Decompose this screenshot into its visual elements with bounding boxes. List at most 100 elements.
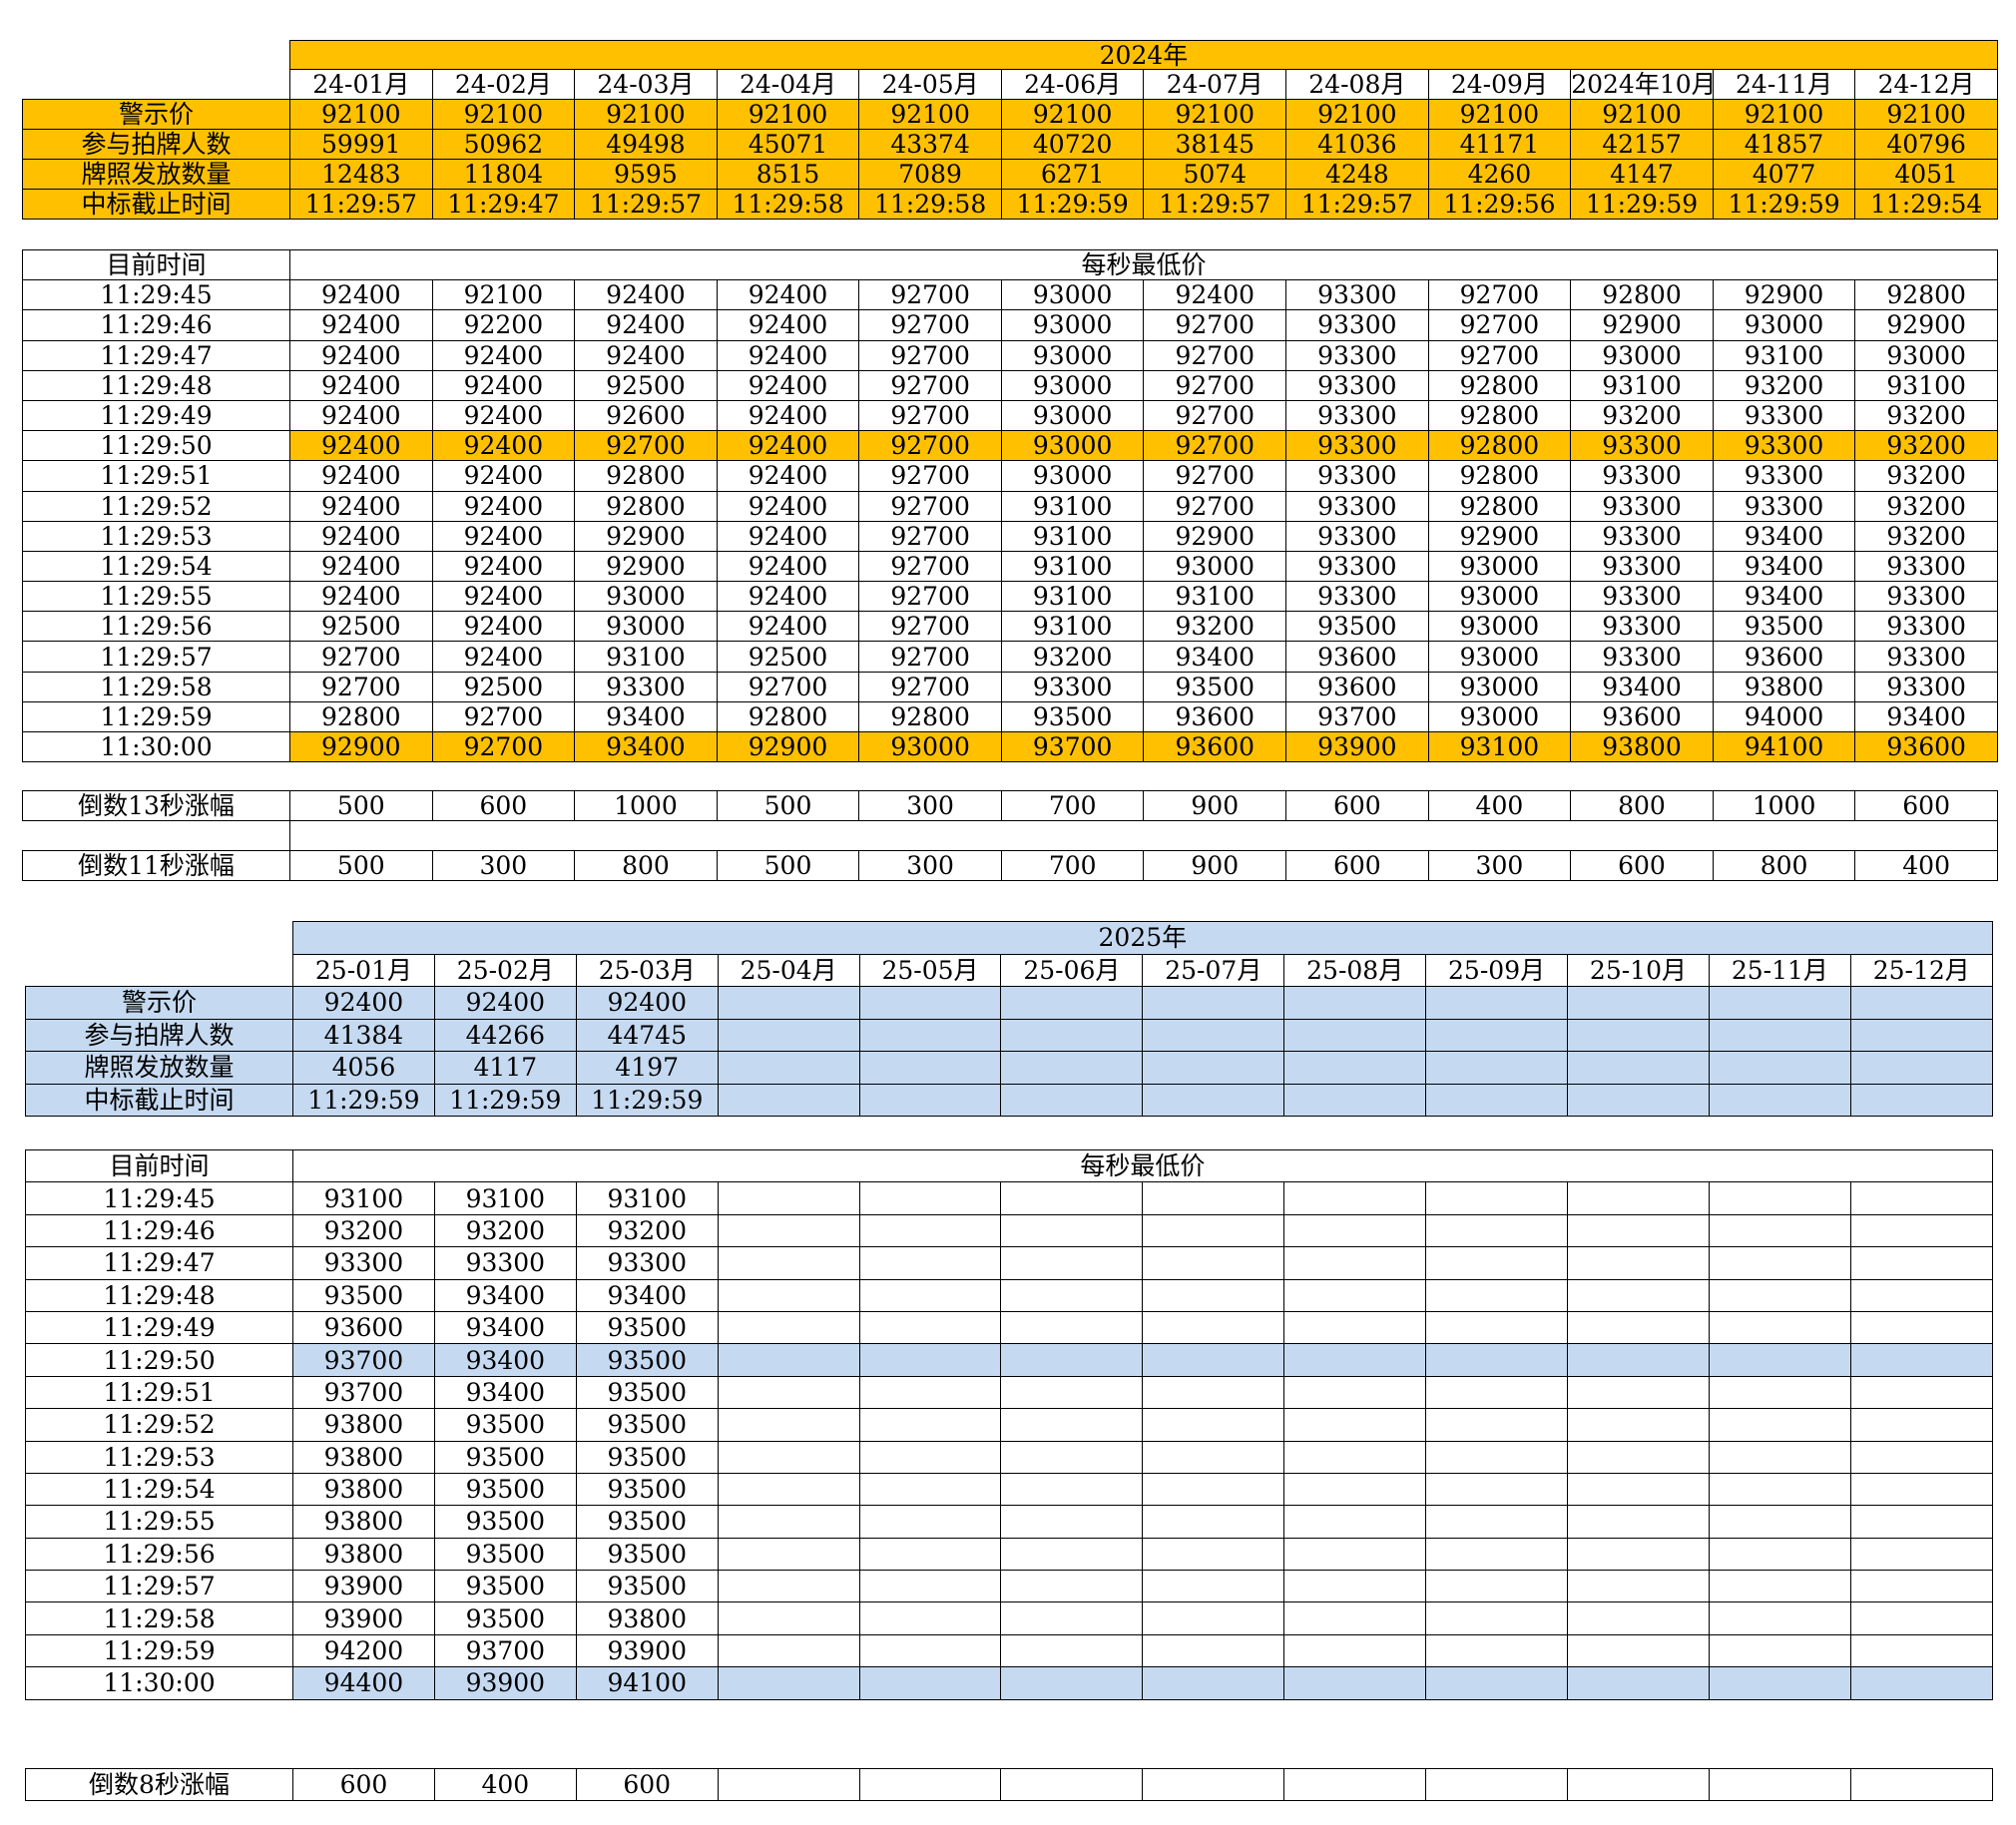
price-cell: 93800 — [292, 1537, 435, 1572]
summary-value — [1000, 1083, 1144, 1117]
increase-row: 倒数8秒涨幅 600 400 600 — [25, 1768, 1993, 1801]
price-cell: 93000 — [1427, 641, 1572, 673]
price-cell — [1425, 1213, 1569, 1248]
time-cell: 11:29:58 — [25, 1601, 293, 1635]
month-header: 25-11月 — [1708, 953, 1851, 987]
price-cell: 93000 — [1427, 581, 1572, 613]
month-header: 25-09月 — [1425, 953, 1569, 987]
price-cell — [1000, 1601, 1144, 1635]
increase-value: 500 — [289, 850, 433, 881]
price-cell — [1567, 1278, 1710, 1312]
price-cell: 92800 — [1427, 369, 1572, 401]
summary-value: 11:29:56 — [1427, 189, 1572, 220]
price-cell — [1283, 1310, 1427, 1345]
summary-value: 11:29:59 — [1570, 189, 1714, 220]
increase-value: 900 — [1143, 850, 1287, 881]
summary-value: 11:29:57 — [1285, 189, 1429, 220]
price-cell: 92400 — [716, 399, 860, 432]
price-cell — [1142, 1472, 1285, 1507]
price-cell: 93600 — [1143, 730, 1287, 763]
price-cell — [1425, 1666, 1569, 1700]
increase-value — [1283, 1768, 1427, 1801]
price-row: 11:29:57 92700 92400 93100 92500 92700 93200 93… — [22, 641, 1998, 673]
price-cell — [1000, 1570, 1144, 1603]
increase-value — [1000, 1768, 1144, 1801]
price-cell: 92400 — [431, 550, 576, 583]
time-cell: 11:29:45 — [25, 1181, 293, 1215]
price-cell — [1283, 1601, 1427, 1635]
price-cell: 92700 — [1143, 339, 1287, 371]
year-header-row: 2025年 — [26, 921, 1993, 955]
summary-value: 4056 — [292, 1051, 435, 1085]
summary-value: 11:29:47 — [431, 189, 576, 220]
price-cell: 92400 — [574, 339, 718, 371]
price-cell: 92700 — [858, 520, 1002, 552]
price-row: 11:29:48 93500 93400 93400 — [25, 1278, 1993, 1312]
summary-value — [717, 1051, 860, 1085]
price-cell: 93500 — [575, 1505, 719, 1539]
price-row: 11:29:52 92400 92400 92800 92400 92700 93100 92… — [22, 490, 1998, 522]
summary-label: 中标截止时间 — [22, 189, 290, 220]
price-cell: 92400 — [574, 309, 718, 341]
price-cell: 93000 — [1427, 550, 1572, 583]
price-cell: 92700 — [1427, 339, 1572, 371]
price-cell: 93200 — [1570, 399, 1714, 432]
price-cell: 93600 — [1285, 641, 1429, 673]
month-header-row: 24-01月 24-02月 24-03月 24-04月 24-05月 24-06月 24-0… — [23, 69, 1998, 100]
price-cell: 93500 — [575, 1408, 719, 1442]
price-cell: 92800 — [574, 490, 718, 522]
month-header: 25-10月 — [1567, 953, 1710, 987]
summary-value: 92100 — [1854, 99, 1998, 130]
price-cell: 92900 — [1143, 520, 1287, 552]
price-cell: 93000 — [1000, 369, 1145, 401]
price-cell — [1849, 1440, 1993, 1474]
summary-value — [1283, 1018, 1427, 1052]
increase-value — [717, 1768, 860, 1801]
price-cell: 93500 — [575, 1375, 719, 1410]
price-cell: 92400 — [716, 339, 860, 371]
increase-value: 300 — [431, 850, 576, 881]
time-cell: 11:29:57 — [22, 641, 290, 673]
price-cell: 93800 — [292, 1505, 435, 1539]
price-cell: 92800 — [1427, 399, 1572, 432]
increase-value: 400 — [433, 1768, 577, 1801]
price-cell — [1000, 1246, 1144, 1280]
month-header: 24-11月 — [1712, 69, 1856, 100]
price-cell: 92400 — [716, 430, 860, 462]
price-cell: 93200 — [1854, 430, 1998, 462]
price-cell: 92400 — [431, 581, 576, 613]
price-cell: 92400 — [289, 369, 433, 401]
price-cell: 93400 — [433, 1343, 577, 1377]
price-cell — [1708, 1570, 1851, 1603]
price-cell — [1000, 1181, 1144, 1215]
price-cell: 93400 — [1570, 671, 1714, 702]
price-cell: 93700 — [433, 1633, 577, 1668]
price-cell: 92800 — [716, 700, 860, 733]
summary-value: 11:29:59 — [1712, 189, 1856, 220]
price-cell: 92800 — [1427, 430, 1572, 462]
price-cell: 93200 — [1143, 611, 1287, 643]
price-row: 11:29:58 92700 92500 93300 92700 92700 93300 93… — [22, 671, 1998, 702]
price-row: 11:29:56 93800 93500 93500 — [25, 1537, 1993, 1572]
increase-value: 300 — [858, 850, 1002, 881]
increase-value: 900 — [1143, 790, 1287, 821]
price-cell: 93100 — [1427, 730, 1572, 763]
price-cell: 94000 — [1712, 700, 1856, 733]
price-cell: 93200 — [575, 1213, 719, 1248]
spacer-cell — [23, 821, 290, 851]
price-cell: 92700 — [1427, 279, 1572, 311]
month-header: 24-05月 — [858, 69, 1002, 100]
price-cell: 92700 — [858, 279, 1002, 311]
price-cell: 92400 — [716, 369, 860, 401]
price-cell: 93300 — [1285, 490, 1429, 522]
price-cell: 93500 — [575, 1343, 719, 1377]
price-cell — [1849, 1278, 1993, 1312]
price-cell: 92400 — [574, 279, 718, 311]
price-cell: 92600 — [574, 399, 718, 432]
price-cell: 93100 — [574, 641, 718, 673]
month-header: 2024年10月 — [1570, 69, 1714, 100]
summary-label: 警示价 — [22, 99, 290, 130]
price-cell — [717, 1181, 860, 1215]
summary-value: 11:29:58 — [716, 189, 860, 220]
month-header: 25-04月 — [717, 953, 860, 987]
